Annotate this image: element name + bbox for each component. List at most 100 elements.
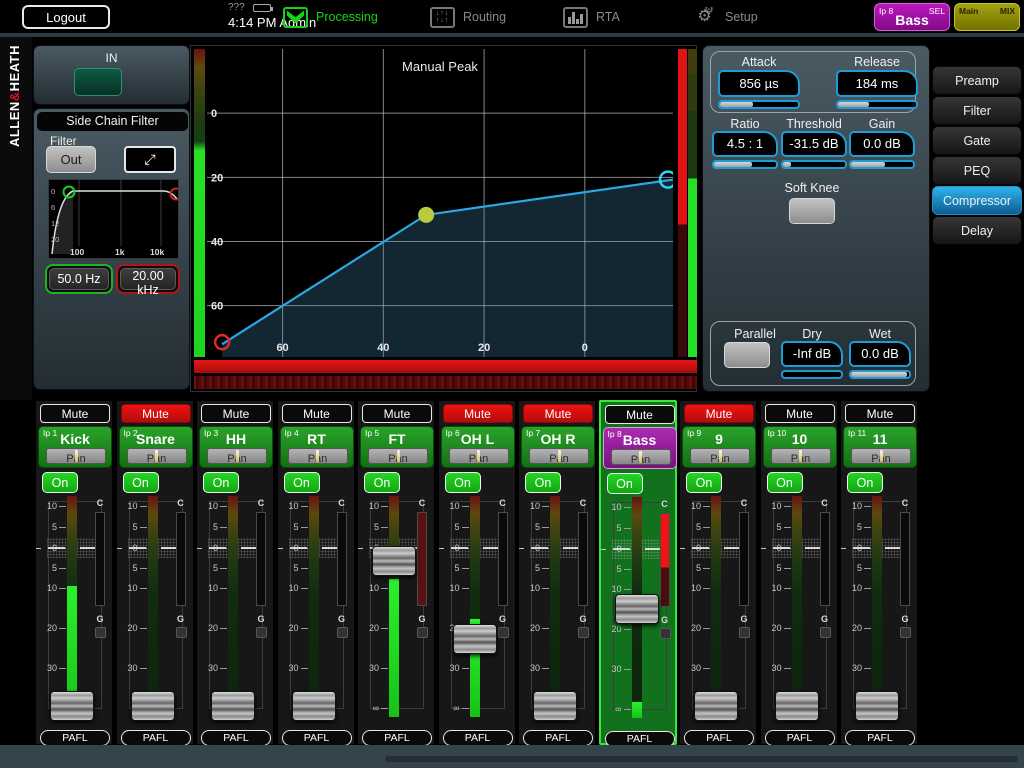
pafl-button[interactable]: PAFL bbox=[684, 730, 754, 746]
tab-rta[interactable]: RTA bbox=[563, 4, 620, 30]
channel-name-box[interactable]: Ip 7 OH R Pan bbox=[521, 426, 595, 468]
pan-slider[interactable]: Pan bbox=[611, 449, 671, 465]
fader-knob[interactable] bbox=[615, 594, 659, 624]
on-button[interactable]: On bbox=[445, 472, 481, 493]
channel-name-box[interactable]: Ip 4 RT Pan bbox=[280, 426, 354, 468]
filter-out-button[interactable]: Out bbox=[46, 146, 96, 173]
pafl-button[interactable]: PAFL bbox=[40, 730, 110, 746]
fader-knob[interactable] bbox=[131, 691, 175, 721]
ratio-slider[interactable] bbox=[712, 160, 778, 169]
dry-slider[interactable] bbox=[781, 370, 843, 379]
on-button[interactable]: On bbox=[284, 472, 320, 493]
pan-slider[interactable]: Pan bbox=[127, 448, 187, 464]
logout-button[interactable]: Logout bbox=[22, 5, 110, 29]
channel-name-box[interactable]: Ip 10 10 Pan bbox=[763, 426, 837, 468]
release-slider[interactable] bbox=[836, 100, 918, 109]
mute-button[interactable]: Mute bbox=[40, 404, 110, 423]
pan-slider[interactable]: Pan bbox=[46, 448, 106, 464]
menu-filter[interactable]: Filter bbox=[932, 96, 1022, 125]
mute-button[interactable]: Mute bbox=[845, 404, 915, 423]
attack-slider[interactable] bbox=[718, 100, 800, 109]
mute-button[interactable]: Mute bbox=[523, 404, 593, 423]
fader-knob[interactable] bbox=[50, 691, 94, 721]
wet-value[interactable]: 0.0 dB bbox=[849, 341, 911, 367]
dry-value[interactable]: -Inf dB bbox=[781, 341, 843, 367]
on-button[interactable]: On bbox=[364, 472, 400, 493]
fader-knob[interactable] bbox=[292, 691, 336, 721]
pan-slider[interactable]: Pan bbox=[368, 448, 428, 464]
release-value[interactable]: 184 ms bbox=[836, 70, 918, 97]
lpf-frequency-button[interactable]: 20.00 kHz bbox=[116, 264, 180, 294]
channel-name-box[interactable]: Ip 3 HH Pan bbox=[199, 426, 273, 468]
strip-scrollbar[interactable] bbox=[385, 756, 1018, 762]
tab-routing[interactable]: ↓↑↓↑↓↑ Routing bbox=[430, 4, 506, 30]
menu-peq[interactable]: PEQ bbox=[932, 156, 1022, 185]
threshold-slider[interactable] bbox=[781, 160, 847, 169]
attack-value[interactable]: 856 µs bbox=[718, 70, 800, 97]
parallel-button[interactable] bbox=[724, 342, 770, 368]
sidechain-filter-graph[interactable]: 0 6 12 20 100 1k 10k bbox=[48, 179, 179, 259]
pan-slider[interactable]: Pan bbox=[288, 448, 348, 464]
pafl-button[interactable]: PAFL bbox=[845, 730, 915, 746]
gain-value[interactable]: 0.0 dB bbox=[849, 131, 915, 157]
on-button[interactable]: On bbox=[607, 473, 643, 494]
tab-setup[interactable]: ⚙⚙ Setup bbox=[692, 4, 758, 30]
on-button[interactable]: On bbox=[123, 472, 159, 493]
fader-knob[interactable] bbox=[694, 691, 738, 721]
fader-knob[interactable] bbox=[855, 691, 899, 721]
wet-slider[interactable] bbox=[849, 370, 911, 379]
on-button[interactable]: On bbox=[767, 472, 803, 493]
mute-button[interactable]: Mute bbox=[121, 404, 191, 423]
pan-slider[interactable]: Pan bbox=[207, 448, 267, 464]
ratio-value[interactable]: 4.5 : 1 bbox=[712, 131, 778, 157]
main-mix-button[interactable]: Main MIX bbox=[954, 3, 1020, 31]
pafl-button[interactable]: PAFL bbox=[443, 730, 513, 746]
mute-button[interactable]: Mute bbox=[362, 404, 432, 423]
pan-slider[interactable]: Pan bbox=[851, 448, 911, 464]
channel-name-box[interactable]: Ip 11 11 Pan bbox=[843, 426, 917, 468]
channel-name-box[interactable]: Ip 1 Kick Pan bbox=[38, 426, 112, 468]
channel-name-box[interactable]: Ip 9 9 Pan bbox=[682, 426, 756, 468]
mute-button[interactable]: Mute bbox=[201, 404, 271, 423]
fader-knob[interactable] bbox=[775, 691, 819, 721]
menu-compressor[interactable]: Compressor bbox=[932, 186, 1022, 215]
mute-button[interactable]: Mute bbox=[443, 404, 513, 423]
pafl-button[interactable]: PAFL bbox=[201, 730, 271, 746]
pafl-button[interactable]: PAFL bbox=[362, 730, 432, 746]
threshold-value[interactable]: -31.5 dB bbox=[781, 131, 847, 157]
pafl-button[interactable]: PAFL bbox=[523, 730, 593, 746]
pan-slider[interactable]: Pan bbox=[771, 448, 831, 464]
pafl-button[interactable]: PAFL bbox=[282, 730, 352, 746]
comp-in-button[interactable] bbox=[74, 68, 122, 96]
gain-slider[interactable] bbox=[849, 160, 915, 169]
expand-icon[interactable]: ⤢ bbox=[124, 146, 176, 173]
pan-slider[interactable]: Pan bbox=[449, 448, 509, 464]
on-button[interactable]: On bbox=[847, 472, 883, 493]
on-button[interactable]: On bbox=[42, 472, 78, 493]
pafl-button[interactable]: PAFL bbox=[121, 730, 191, 746]
channel-name-box[interactable]: Ip 5 FT Pan bbox=[360, 426, 434, 468]
menu-preamp[interactable]: Preamp bbox=[932, 66, 1022, 95]
on-button[interactable]: On bbox=[203, 472, 239, 493]
mute-button[interactable]: Mute bbox=[282, 404, 352, 423]
fader-knob[interactable] bbox=[453, 624, 497, 654]
pafl-button[interactable]: PAFL bbox=[765, 730, 835, 746]
selected-channel-button[interactable]: Ip 8 SEL Bass bbox=[874, 3, 950, 31]
channel-name-box[interactable]: Ip 8 Bass Pan bbox=[603, 427, 677, 469]
mute-button[interactable]: Mute bbox=[765, 404, 835, 423]
tab-processing[interactable]: Processing bbox=[283, 4, 378, 30]
mute-button[interactable]: Mute bbox=[684, 404, 754, 423]
fader-knob[interactable] bbox=[372, 546, 416, 576]
mute-button[interactable]: Mute bbox=[605, 405, 675, 424]
channel-name-box[interactable]: Ip 6 OH L Pan bbox=[441, 426, 515, 468]
on-button[interactable]: On bbox=[525, 472, 561, 493]
on-button[interactable]: On bbox=[686, 472, 722, 493]
hpf-frequency-button[interactable]: 50.0 Hz bbox=[45, 264, 113, 294]
soft-knee-button[interactable] bbox=[789, 198, 835, 224]
menu-delay[interactable]: Delay bbox=[932, 216, 1022, 245]
fader-knob[interactable] bbox=[533, 691, 577, 721]
channel-name-box[interactable]: Ip 2 Snare Pan bbox=[119, 426, 193, 468]
compressor-curve-plot[interactable]: 60402000204060 Manual Peak bbox=[207, 49, 673, 357]
menu-gate[interactable]: Gate bbox=[932, 126, 1022, 155]
pan-slider[interactable]: Pan bbox=[690, 448, 750, 464]
